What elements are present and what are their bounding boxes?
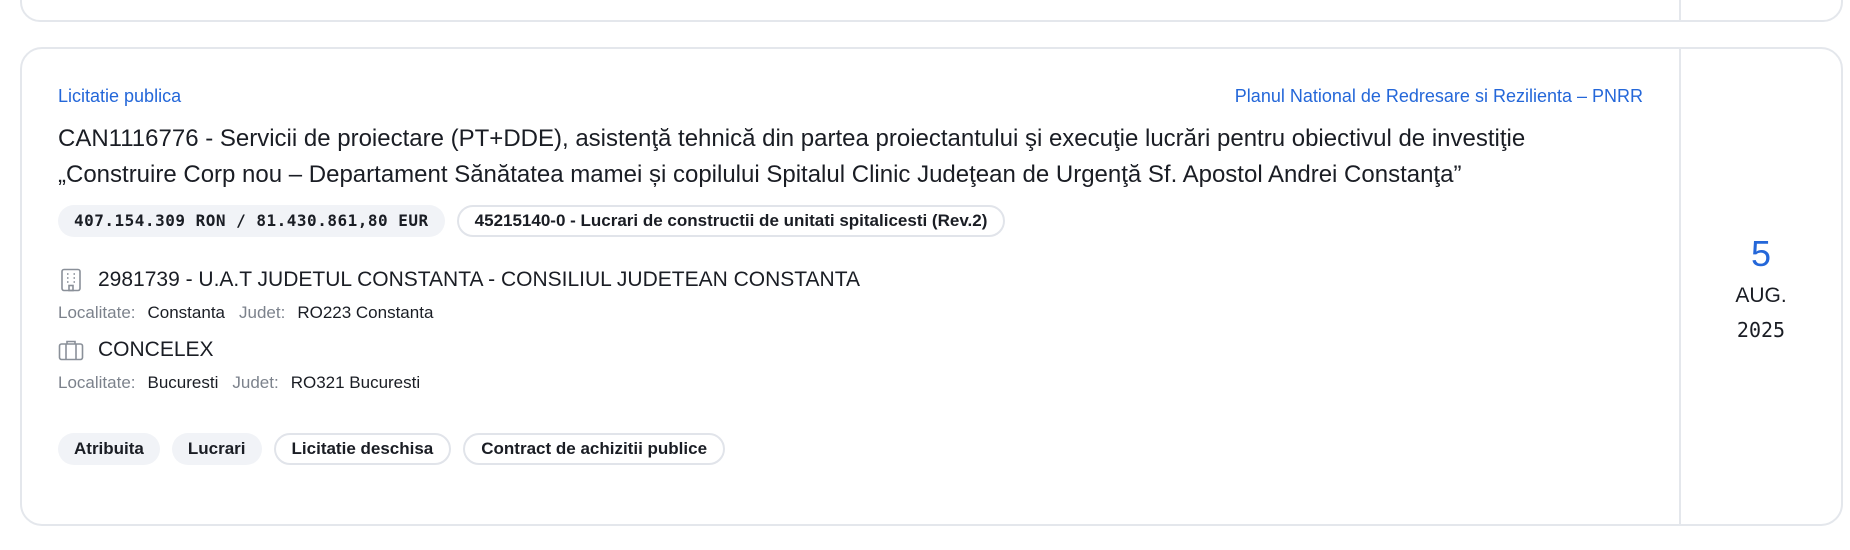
previous-card-body <box>22 0 1679 20</box>
supplier-location: Localitate: Bucuresti Judet: RO321 Bucur… <box>58 373 1643 393</box>
procedure-type-link[interactable]: Licitatie publica <box>58 86 181 107</box>
authority-locality: Constanta <box>147 303 226 322</box>
estimated-value-chip: 407.154.309 RON / 81.430.861,80 EUR <box>58 205 445 237</box>
card-header-row: Licitatie publica Planul National de Red… <box>58 85 1643 107</box>
date-day: 5 <box>1750 232 1772 274</box>
tag-status: Atribuita <box>58 433 160 465</box>
previous-card-date-column <box>1679 0 1841 20</box>
supplier-county: RO321 Bucuresti <box>290 373 421 392</box>
supplier-locality: Bucuresti <box>147 373 219 392</box>
status-tags: Atribuita Lucrari Licitatie deschisa Con… <box>58 433 1643 465</box>
contracting-authority: 2981739 - U.A.T JUDETUL CONSTANTA - CONS… <box>58 267 1643 293</box>
tender-card-body: Licitatie publica Planul National de Red… <box>22 49 1679 524</box>
date-month: AUG. <box>1735 283 1787 307</box>
tender-result-card[interactable]: Licitatie publica Planul National de Red… <box>20 47 1843 526</box>
publication-date: 5 AUG. 2025 <box>1679 49 1841 524</box>
cpv-code-chip[interactable]: 45215140-0 - Lucrari de constructii de u… <box>456 205 1006 237</box>
tag-contract-category: Contract de achizitii publice <box>463 433 726 465</box>
briefcase-icon <box>58 337 84 363</box>
funding-program-link[interactable]: Planul National de Redresare si Rezilien… <box>1235 86 1643 107</box>
previous-result-card[interactable] <box>20 0 1843 22</box>
authority-location: Localitate: Constanta Judet: RO223 Const… <box>58 303 1643 323</box>
supplier: CONCELEX <box>58 337 1643 363</box>
authority-county: RO223 Constanta <box>297 303 434 322</box>
tag-contract-type: Lucrari <box>171 433 262 465</box>
supplier-name[interactable]: CONCELEX <box>98 338 214 362</box>
building-icon <box>58 267 84 293</box>
supplier-locality-label: Localitate: <box>58 373 136 392</box>
tender-title[interactable]: CAN1116776 - Servicii de proiectare (PT+… <box>58 121 1643 193</box>
authority-county-label: Judet: <box>239 303 286 322</box>
supplier-county-label: Judet: <box>232 373 279 392</box>
tag-procedure: Licitatie deschisa <box>273 433 452 465</box>
authority-locality-label: Localitate: <box>58 303 136 322</box>
tender-chips: 407.154.309 RON / 81.430.861,80 EUR 4521… <box>58 205 1643 237</box>
authority-name[interactable]: 2981739 - U.A.T JUDETUL CONSTANTA - CONS… <box>98 268 860 292</box>
date-year: 2025 <box>1736 317 1786 342</box>
